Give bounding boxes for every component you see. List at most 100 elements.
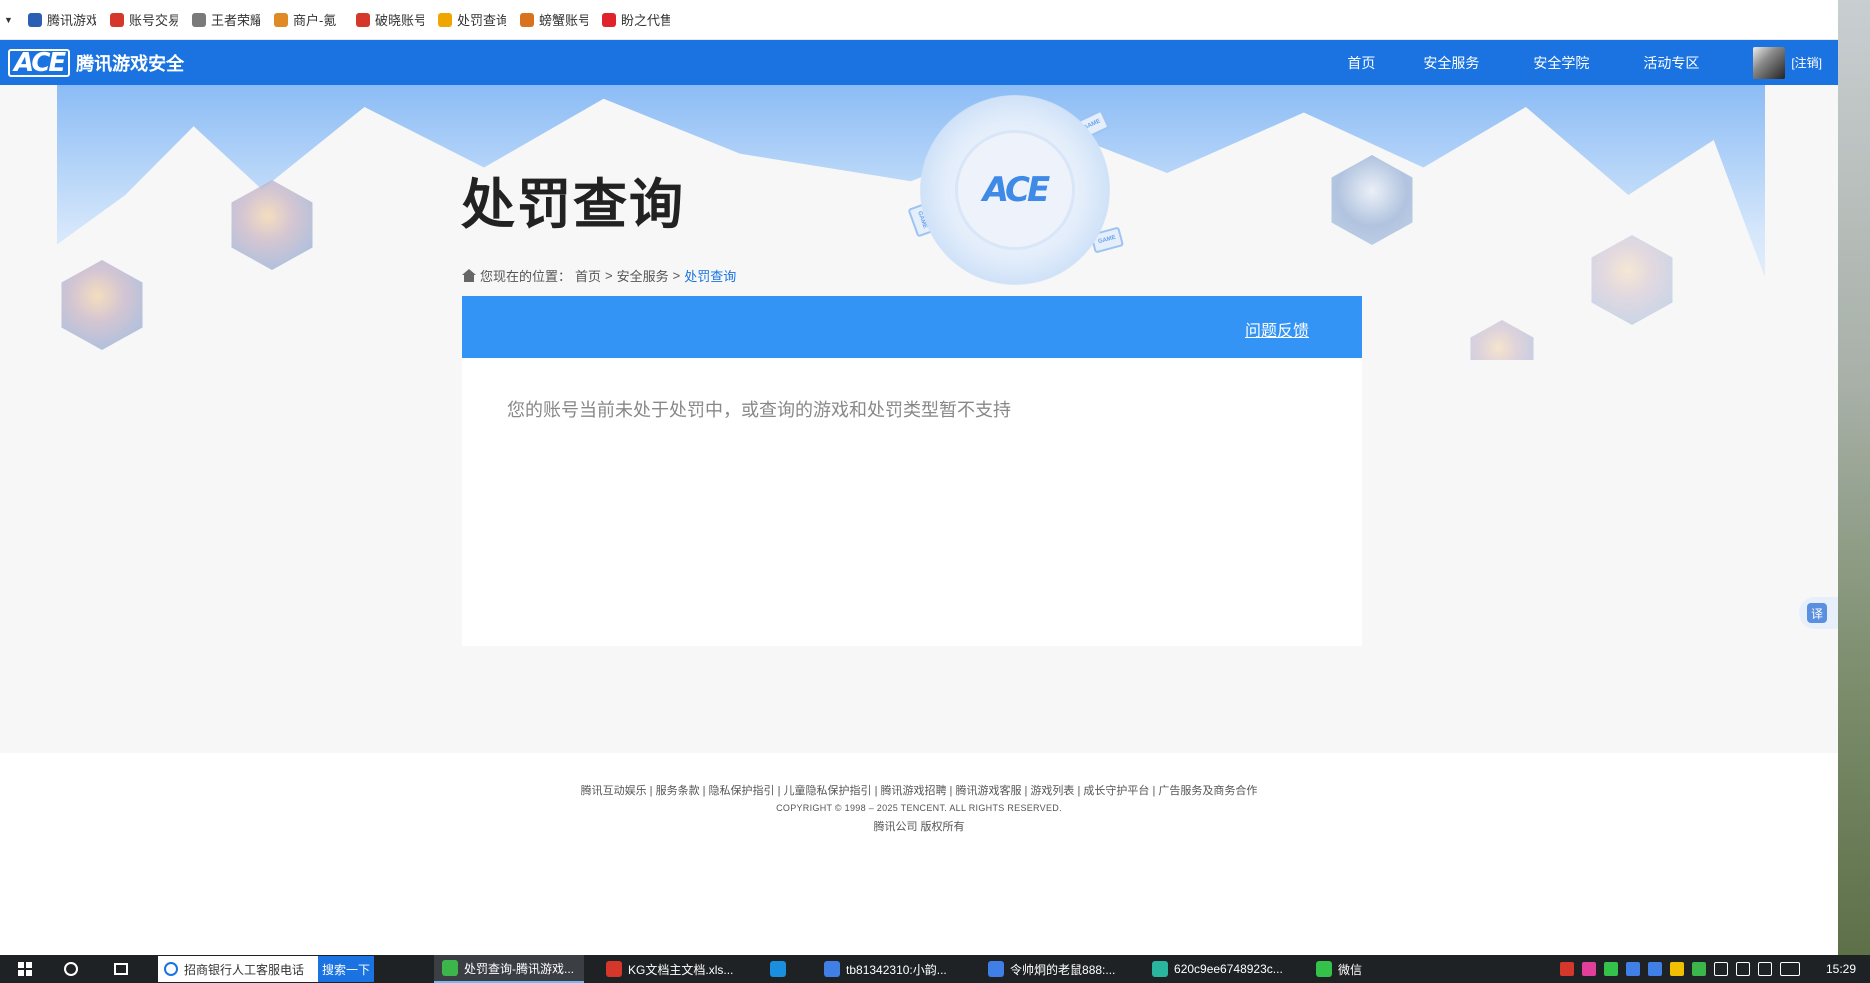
footer-links[interactable]: 腾讯互动娱乐 | 服务条款 | 隐私保护指引 | 儿童隐私保护指引 | 腾讯游戏…: [0, 782, 1838, 798]
windows-icon: [18, 962, 32, 976]
app-icon: [824, 961, 841, 977]
taskbar-app-label: tb81342310:小韵...: [846, 962, 947, 977]
app-icon: [988, 961, 1005, 977]
taskbar-app[interactable]: KG文档主文档.xls...: [598, 955, 748, 983]
shield-icon: [28, 12, 42, 27]
tray-app-icon[interactable]: [1582, 962, 1596, 976]
page-title: 处罚查询: [461, 175, 685, 235]
taskbar: 招商银行人工客服电话 搜索一下 处罚查询-腾讯游戏... KG文档主文档.xls.…: [0, 955, 1870, 983]
bookmark-label: 商户-氪: [293, 13, 337, 28]
crab-icon: [520, 12, 534, 27]
flower-icon: [438, 12, 452, 27]
bookmark-item[interactable]: 盼之代售: [602, 10, 670, 29]
nav-links: 首页 安全服务 安全学院 活动专区 [注销]: [1347, 40, 1838, 85]
bookmark-item[interactable]: 处罚查询: [438, 10, 506, 29]
bookmarks-bar: ▼ 腾讯游戏 账号交易 王者荣耀 商户-氪 破晓账号 处罚查询 螃蟹账号 盼之代售: [0, 0, 1838, 40]
footer: 腾讯互动娱乐 | 服务条款 | 隐私保护指引 | 儿童隐私保护指引 | 腾讯游戏…: [0, 753, 1838, 955]
logout-link[interactable]: [注销]: [1791, 54, 1822, 71]
desktop-background: [1838, 0, 1870, 955]
tray-app-icon[interactable]: [1626, 962, 1640, 976]
top-navigation: ACE 腾讯游戏安全 首页 安全服务 安全学院 活动专区 [注销]: [0, 40, 1838, 85]
nav-events[interactable]: 活动专区: [1643, 53, 1699, 73]
result-panel-header: 问题反馈: [462, 296, 1362, 358]
app-icon: [1152, 961, 1169, 977]
bag-icon: [602, 12, 616, 27]
ace-emblem: ACE: [920, 95, 1110, 285]
taskbar-search-box[interactable]: 招商银行人工客服电话: [158, 956, 318, 982]
taskbar-app-label: 处罚查询-腾讯游戏...: [464, 961, 575, 976]
taskbar-app[interactable]: 处罚查询-腾讯游戏...: [434, 955, 585, 983]
task-view-icon[interactable]: [114, 963, 128, 975]
taskbar-app[interactable]: 微信: [1308, 955, 1458, 983]
user-area: [注销]: [1753, 46, 1822, 79]
system-tray: [1560, 962, 1800, 976]
feedback-link[interactable]: 问题反馈: [1245, 317, 1309, 341]
footer-copyright: COPYRIGHT © 1998 – 2025 TENCENT. ALL RIG…: [776, 803, 1062, 813]
bookmark-item[interactable]: 商户-氪: [274, 10, 342, 29]
pen-icon[interactable]: [1758, 962, 1772, 976]
breadcrumb-current: 处罚查询: [684, 269, 737, 284]
bookmark-item[interactable]: 螃蟹账号: [520, 10, 588, 29]
taskbar-apps: 处罚查询-腾讯游戏... KG文档主文档.xls... tb81342310:小韵.…: [434, 955, 1458, 983]
start-button[interactable]: [0, 962, 50, 976]
bookmark-label: 螃蟹账号: [539, 13, 588, 28]
keyboard-icon[interactable]: [1780, 962, 1800, 976]
bookmark-label: 腾讯游戏: [47, 13, 96, 28]
bookmarks-toggle-icon[interactable]: ▼: [4, 15, 14, 25]
translate-icon: 译: [1807, 603, 1827, 623]
globe-icon: [192, 12, 206, 27]
bookmark-item[interactable]: 王者荣耀: [192, 10, 260, 29]
bookmark-item[interactable]: 破晓账号: [356, 10, 424, 29]
volume-icon[interactable]: [1736, 962, 1750, 976]
result-panel-body: 您的账号当前未处于处罚中，或查询的游戏和处罚类型暂不支持: [462, 358, 1362, 646]
tray-app-icon[interactable]: [1648, 962, 1662, 976]
app-icon: [1316, 961, 1333, 977]
taskbar-app-label: 令帅炯的老鼠888:...: [1010, 962, 1116, 977]
tray-app-icon[interactable]: [1560, 962, 1574, 976]
tray-app-icon[interactable]: [1670, 962, 1684, 976]
app-icon: [606, 961, 623, 977]
network-icon[interactable]: [1714, 962, 1728, 976]
breadcrumb-separator: >: [605, 268, 613, 283]
breadcrumb-security-services[interactable]: 安全服务: [617, 266, 669, 285]
taskbar-search-button[interactable]: 搜索一下: [318, 956, 375, 982]
breadcrumb-separator: >: [672, 268, 681, 283]
taskbar-app[interactable]: tb81342310:小韵...: [816, 955, 966, 983]
footer-company: 腾讯公司 版权所有: [873, 821, 965, 833]
bookmark-item[interactable]: 账号交易: [110, 10, 178, 29]
app-icon: [442, 960, 459, 976]
nav-security-academy[interactable]: 安全学院: [1533, 53, 1589, 73]
clock[interactable]: 15:29: [1826, 962, 1856, 976]
tray-app-icon[interactable]: [1692, 962, 1706, 976]
browser-window: ▼ 腾讯游戏 账号交易 王者荣耀 商户-氪 破晓账号 处罚查询 螃蟹账号 盼之代售 ACE 腾…: [0, 0, 1838, 955]
avatar[interactable]: [1753, 46, 1786, 79]
result-message: 您的账号当前未处于处罚中，或查询的游戏和处罚类型暂不支持: [507, 400, 1011, 420]
cloud-icon: [110, 12, 124, 27]
taskbar-app[interactable]: [762, 955, 802, 983]
browser-icon: [164, 962, 178, 976]
taskbar-app[interactable]: 620c9ee6748923c...: [1144, 955, 1294, 983]
site-logo[interactable]: ACE 腾讯游戏安全: [8, 48, 185, 77]
taskbar-app-label: 620c9ee6748923c...: [1174, 962, 1283, 976]
taskbar-app[interactable]: 令帅炯的老鼠888:...: [980, 955, 1130, 983]
taskbar-app-label: 微信: [1338, 962, 1363, 977]
taskbar-app-label: KG文档主文档.xls...: [628, 962, 734, 977]
bookmark-label: 王者荣耀: [211, 13, 260, 28]
taskbar-search-text: 招商银行人工客服电话: [184, 962, 305, 977]
translate-button[interactable]: 译: [1799, 597, 1838, 629]
app-icon: [770, 961, 787, 977]
breadcrumb-home[interactable]: 首页: [575, 266, 601, 285]
bookmark-label: 处罚查询: [457, 13, 506, 28]
nav-security-services[interactable]: 安全服务: [1423, 53, 1479, 73]
chicken-icon: [274, 12, 288, 27]
breadcrumb-prefix: 您现在的位置：: [480, 269, 572, 284]
breadcrumb: 您现在的位置： 首页 > 安全服务 > 处罚查询: [462, 266, 736, 285]
cloud-icon: [356, 12, 370, 27]
bookmark-label: 盼之代售: [621, 13, 670, 28]
nav-home[interactable]: 首页: [1347, 53, 1375, 73]
bookmark-item[interactable]: 腾讯游戏: [28, 10, 96, 29]
logo-text: 腾讯游戏安全: [76, 53, 185, 74]
search-icon[interactable]: [64, 962, 78, 976]
tray-app-icon[interactable]: [1604, 962, 1618, 976]
ace-emblem-text: ACE: [982, 170, 1050, 210]
